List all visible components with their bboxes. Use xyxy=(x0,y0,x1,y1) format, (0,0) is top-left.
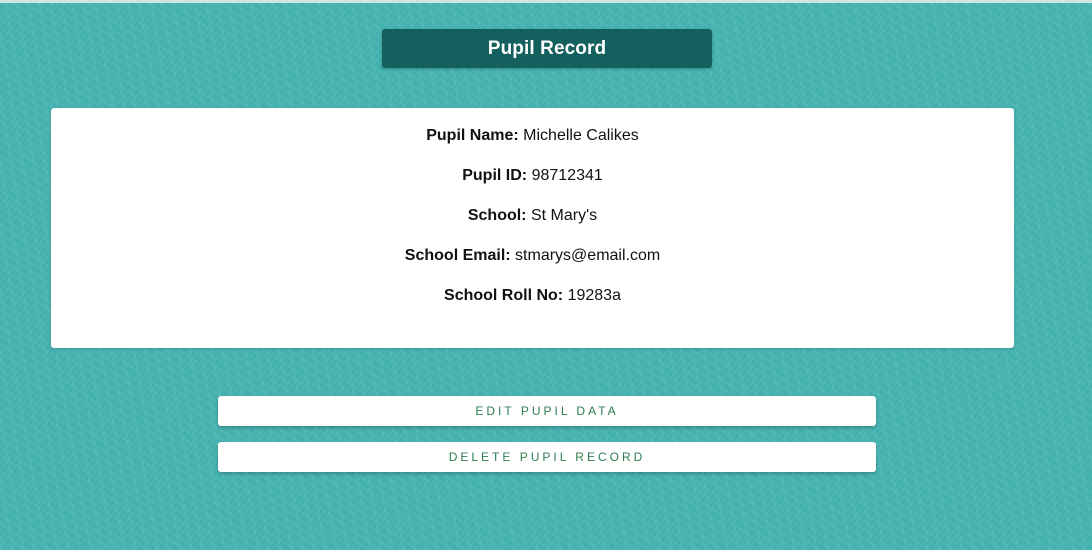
school-email-value: stmarys@email.com xyxy=(515,247,661,264)
school-row: School: St Mary's xyxy=(51,206,1014,226)
school-email-label: School Email: xyxy=(404,247,511,264)
edit-pupil-data-button[interactable]: EDIT PUPIL DATA xyxy=(218,396,876,426)
school-email-row: School Email: stmarys@email.com xyxy=(51,246,1014,266)
pupil-name-value: Michelle Calikes xyxy=(523,127,639,144)
school-value: St Mary's xyxy=(530,207,598,224)
pupil-id-value: 98712341 xyxy=(531,167,603,184)
school-roll-value: 19283a xyxy=(567,287,621,304)
pupil-name-label: Pupil Name: xyxy=(426,127,519,144)
pupil-record-card: Pupil Name: Michelle Calikes Pupil ID: 9… xyxy=(51,108,1014,348)
pupil-id-row: Pupil ID: 98712341 xyxy=(51,166,1014,186)
top-strip xyxy=(0,0,1092,3)
school-roll-row: School Roll No: 19283a xyxy=(51,286,1014,306)
page-title: Pupil Record xyxy=(487,37,607,59)
page-title-banner: Pupil Record xyxy=(382,29,712,68)
school-label: School: xyxy=(467,207,527,224)
pupil-id-label: Pupil ID: xyxy=(462,167,528,184)
delete-pupil-record-button[interactable]: DELETE PUPIL RECORD xyxy=(218,442,876,472)
pupil-name-row: Pupil Name: Michelle Calikes xyxy=(51,126,1014,146)
school-roll-label: School Roll No: xyxy=(444,287,564,304)
